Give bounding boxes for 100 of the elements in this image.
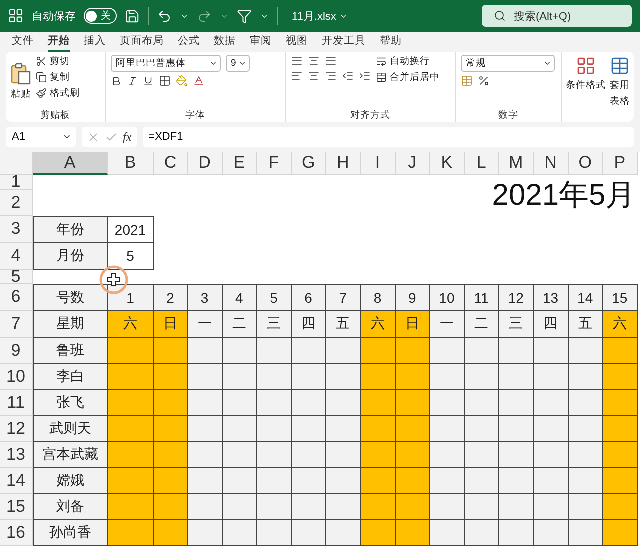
column-header[interactable]: C [154, 152, 188, 175]
row-header[interactable]: 2 [0, 190, 33, 216]
row-header[interactable]: 16 [0, 520, 33, 546]
table-cell: 三 [499, 311, 534, 338]
table-cell: 3 [188, 284, 223, 311]
row-header[interactable]: 11 [0, 390, 33, 416]
row-header[interactable]: 4 [0, 243, 33, 270]
indent-decrease-icon [342, 70, 354, 82]
row-header[interactable]: 3 [0, 216, 33, 243]
chevron-down-icon [209, 59, 218, 68]
table-cell: 8 [360, 284, 396, 311]
autosave-toggle[interactable]: 关 [84, 8, 117, 24]
row-header[interactable]: 10 [0, 364, 33, 390]
table-cell: 日 [396, 311, 430, 338]
table-cell: 2 [154, 284, 188, 311]
name-box[interactable]: A1 [6, 127, 76, 147]
column-header[interactable]: B [108, 152, 154, 175]
merge-center-button[interactable]: 合并后居中 [376, 71, 440, 84]
font-size-dropdown[interactable]: 9 [226, 55, 250, 72]
undo-icon [157, 8, 172, 24]
table-cell: 五 [326, 311, 361, 338]
menu-tab[interactable]: 数据 [214, 32, 236, 52]
table-cell: 四 [292, 311, 326, 338]
table-cell: 鲁班 [33, 338, 108, 364]
menu-tab[interactable]: 插入 [84, 32, 106, 52]
italic-icon [127, 76, 138, 86]
bold-icon [111, 76, 122, 86]
table-cell: 一 [430, 311, 465, 338]
menu-tab[interactable]: 文件 [12, 32, 34, 52]
column-header[interactable]: O [568, 152, 604, 175]
table-cell: 五 [568, 311, 604, 338]
table-cell: 4 [222, 284, 258, 311]
sheet-title: 2021年5月 [492, 178, 637, 214]
menu-tab[interactable]: 帮助 [380, 32, 402, 52]
row-header[interactable]: 7 [0, 311, 33, 338]
table-cell: 9 [396, 284, 430, 311]
column-header[interactable]: J [396, 152, 430, 175]
cut-button[interactable]: 剪切 [36, 55, 70, 68]
search-field[interactable]: 搜索(Alt+Q) [482, 5, 632, 27]
column-header[interactable]: D [188, 152, 223, 175]
paste-button[interactable]: 粘贴 [11, 63, 31, 101]
group-label: 字体 [184, 109, 206, 122]
table-cell: 六 [360, 311, 396, 338]
file-name[interactable]: 11月.xlsx [292, 8, 348, 24]
formula-field[interactable]: =XDF1 [142, 127, 634, 147]
save-icon [125, 8, 140, 24]
column-header[interactable]: A [33, 152, 108, 175]
fill-color-icon [176, 75, 188, 87]
row-header[interactable]: 12 [0, 416, 33, 442]
table-cell: 六 [603, 311, 638, 338]
table-format-button[interactable]: 套用 表格 [610, 56, 630, 108]
filter-icon [237, 8, 252, 24]
align-middle-icon [308, 55, 320, 67]
table-cell: 宫本武藏 [33, 442, 108, 468]
column-header[interactable]: G [292, 152, 326, 175]
menu-tab[interactable]: 公式 [178, 32, 200, 52]
copy-button[interactable]: 复制 [36, 71, 70, 84]
column-header[interactable]: F [257, 152, 292, 175]
table-cell: 刘备 [33, 494, 108, 520]
format-painter-button[interactable]: 格式刷 [36, 87, 80, 100]
row-header[interactable]: 13 [0, 442, 33, 468]
merge-cells-icon [376, 72, 387, 83]
column-header[interactable]: K [430, 152, 465, 175]
row-header[interactable]: 5 [0, 270, 33, 284]
menu-tab[interactable]: 开发工具 [322, 32, 366, 52]
row-header[interactable]: 15 [0, 494, 33, 520]
menu-tab[interactable]: 视图 [286, 32, 308, 52]
align-left-icon [291, 70, 303, 82]
column-header[interactable]: I [360, 152, 396, 175]
table-cell: 张飞 [33, 390, 108, 416]
clipboard-icon [11, 63, 31, 85]
percent-icon [478, 75, 490, 87]
number-format-dropdown[interactable]: 常规 [461, 55, 555, 72]
copy-icon [36, 72, 47, 83]
wrap-text-icon [376, 56, 387, 67]
font-name-dropdown[interactable]: 阿里巴巴普惠体 [111, 55, 221, 72]
grid-icon [576, 56, 596, 76]
align-bottom-icon [325, 55, 337, 67]
column-header[interactable]: E [222, 152, 258, 175]
select-all-corner[interactable] [0, 152, 33, 175]
row-header[interactable]: 1 [0, 175, 33, 190]
row-header[interactable]: 14 [0, 468, 33, 494]
column-header[interactable]: P [603, 152, 638, 175]
table-cell: 嫦娥 [33, 468, 108, 494]
menu-tab[interactable]: 审阅 [250, 32, 272, 52]
row-header[interactable]: 6 [0, 284, 33, 311]
insert-function-button[interactable]: fx [123, 130, 132, 144]
search-icon [494, 10, 506, 22]
row-header[interactable]: 9 [0, 338, 33, 364]
menu-tab[interactable]: 页面布局 [120, 32, 164, 52]
table-cell: 11 [464, 284, 500, 311]
column-header[interactable]: N [534, 152, 569, 175]
conditional-format-button[interactable]: 条件格式 [566, 56, 606, 92]
align-center-icon [308, 70, 320, 82]
column-header[interactable]: M [499, 152, 534, 175]
table-cell: 四 [534, 311, 569, 338]
column-header[interactable]: H [326, 152, 361, 175]
table-cell: 年份 [33, 216, 108, 243]
column-header[interactable]: L [464, 152, 500, 175]
wrap-text-button[interactable]: 自动换行 [376, 55, 430, 68]
